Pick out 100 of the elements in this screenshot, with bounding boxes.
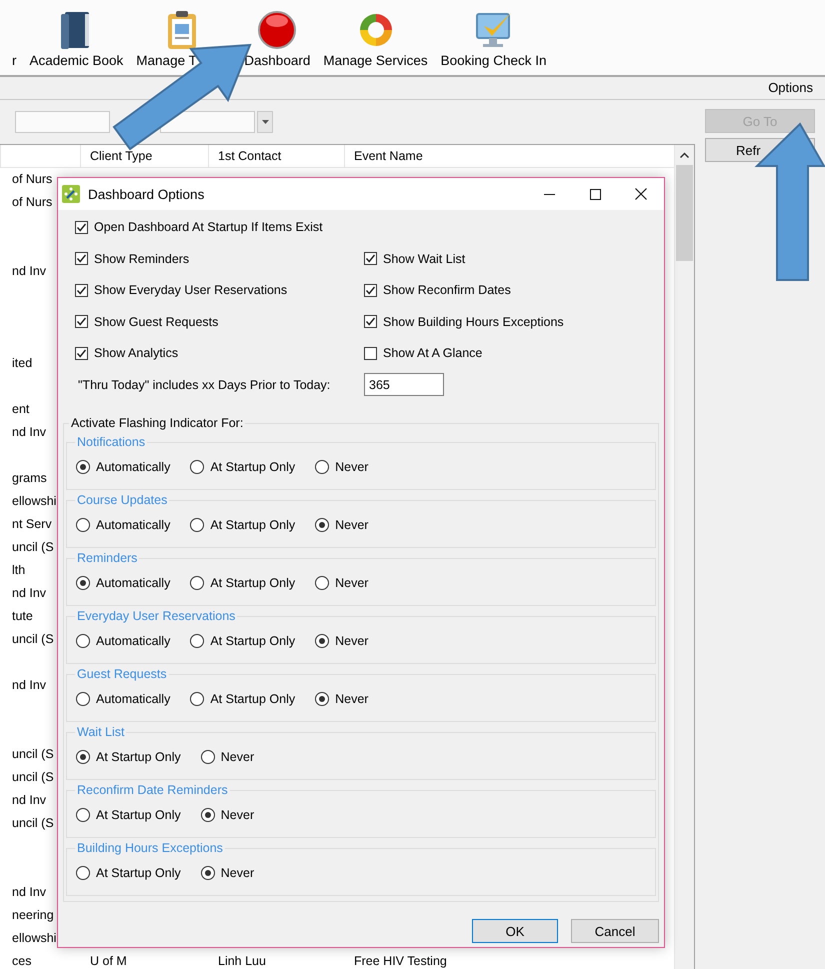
radio-button[interactable] bbox=[315, 634, 330, 648]
checkbox-label[interactable]: Show Guest Requests bbox=[94, 314, 218, 328]
group-title: Reminders bbox=[76, 551, 138, 565]
toolbar-button[interactable]: Dashboard bbox=[244, 52, 310, 70]
checkbox-label[interactable]: Show Reconfirm Dates bbox=[383, 283, 511, 297]
table-cell: uncil (S bbox=[12, 816, 54, 830]
radio-button[interactable] bbox=[190, 576, 204, 590]
radio-label[interactable]: Never bbox=[335, 692, 368, 706]
app-icon bbox=[62, 185, 80, 203]
radio-label[interactable]: At Startup Only bbox=[210, 576, 296, 590]
radio-label[interactable]: Automatically bbox=[96, 692, 170, 706]
checkbox[interactable] bbox=[75, 284, 88, 296]
radio-button[interactable] bbox=[76, 866, 90, 880]
group-title: Wait List bbox=[76, 725, 126, 739]
monitor-check-icon bbox=[474, 10, 514, 50]
table-cell: U of M bbox=[90, 954, 127, 968]
radio-button[interactable] bbox=[190, 460, 204, 474]
checkbox-label[interactable]: Show At A Glance bbox=[383, 346, 482, 360]
table-cell: nt Serv bbox=[12, 517, 52, 531]
column-header[interactable]: 1st Contact bbox=[208, 145, 344, 167]
group-title: Course Updates bbox=[76, 493, 168, 507]
radio-button[interactable] bbox=[76, 692, 90, 706]
radio-button[interactable] bbox=[315, 460, 330, 474]
radio-label[interactable]: At Startup Only bbox=[210, 518, 296, 532]
options-menu[interactable]: Options bbox=[768, 80, 813, 95]
table-cell: ces bbox=[12, 954, 32, 968]
toolbar-button[interactable]: Academic Book bbox=[30, 52, 124, 70]
table-cell: nd Inv bbox=[12, 793, 46, 807]
radio-button[interactable] bbox=[190, 692, 204, 706]
radio-button[interactable] bbox=[76, 750, 90, 764]
radio-label[interactable]: Automatically bbox=[96, 634, 170, 648]
table-cell: uncil (S bbox=[12, 747, 54, 761]
radio-button[interactable] bbox=[315, 576, 330, 590]
radio-label[interactable]: Never bbox=[220, 866, 254, 880]
radio-label[interactable]: At Startup Only bbox=[96, 866, 181, 880]
filter-field[interactable] bbox=[15, 111, 110, 133]
radio-button[interactable] bbox=[76, 518, 90, 532]
checkbox-label[interactable]: Show Wait List bbox=[383, 252, 466, 266]
toolbar-button[interactable]: Manage Services bbox=[323, 52, 428, 70]
radio-label[interactable]: At Startup Only bbox=[96, 750, 181, 764]
table-cell: nd Inv bbox=[12, 885, 46, 899]
checkbox-label[interactable]: Show Everyday User Reservations bbox=[94, 283, 288, 297]
checkbox[interactable] bbox=[364, 252, 377, 265]
radio-button[interactable] bbox=[76, 460, 90, 474]
radio-button[interactable] bbox=[315, 692, 330, 706]
table-cell: tute bbox=[12, 609, 33, 623]
dialog-button[interactable]: Cancel bbox=[571, 919, 659, 943]
table-cell: grams bbox=[12, 471, 47, 485]
radio-button[interactable] bbox=[200, 750, 215, 764]
dropdown-button[interactable] bbox=[257, 111, 273, 133]
scroll-up-icon bbox=[680, 152, 689, 158]
radio-label[interactable]: At Startup Only bbox=[210, 634, 296, 648]
radio-label[interactable]: At Startup Only bbox=[210, 692, 296, 706]
radio-label[interactable]: At Startup Only bbox=[210, 460, 296, 474]
days-input[interactable]: 365 bbox=[364, 373, 444, 396]
radio-button[interactable] bbox=[200, 866, 215, 880]
radio-button[interactable] bbox=[190, 634, 204, 648]
checkbox[interactable] bbox=[75, 252, 88, 265]
radio-label[interactable]: Never bbox=[220, 750, 254, 764]
checkbox[interactable] bbox=[364, 346, 377, 360]
table-cell: Free HIV Testing bbox=[354, 954, 447, 968]
scrollbar[interactable] bbox=[674, 145, 694, 969]
checkbox-label[interactable]: Show Building Hours Exceptions bbox=[383, 314, 564, 328]
table-cell: ellowshi bbox=[12, 931, 56, 945]
checkbox[interactable] bbox=[364, 284, 377, 296]
radio-button[interactable] bbox=[315, 518, 330, 532]
radio-label[interactable]: Never bbox=[335, 460, 368, 474]
radio-label[interactable]: Never bbox=[335, 634, 368, 648]
radio-label[interactable]: Never bbox=[220, 808, 254, 822]
checkbox-label[interactable]: Open Dashboard At Startup If Items Exist bbox=[94, 220, 323, 234]
radio-button[interactable] bbox=[76, 808, 90, 822]
radio-button[interactable] bbox=[190, 518, 204, 532]
group-title: Activate Flashing Indicator For: bbox=[70, 416, 244, 430]
checkbox[interactable] bbox=[75, 346, 88, 360]
radio-button[interactable] bbox=[76, 634, 90, 648]
radio-label[interactable]: Never bbox=[335, 518, 368, 532]
checkbox[interactable] bbox=[75, 315, 88, 328]
caret-icon bbox=[262, 120, 268, 124]
radio-button[interactable] bbox=[76, 576, 90, 590]
radio-label[interactable]: At Startup Only bbox=[96, 808, 181, 822]
radio-label[interactable]: Automatically bbox=[96, 576, 170, 590]
table-cell: neering bbox=[12, 908, 54, 922]
checkbox-label[interactable]: Show Reminders bbox=[94, 252, 190, 266]
scroll-thumb[interactable] bbox=[676, 165, 693, 261]
radio-label[interactable]: Never bbox=[335, 576, 368, 590]
table-cell: lth bbox=[12, 563, 26, 577]
table-cell: nd Inv bbox=[12, 264, 46, 278]
checkbox[interactable] bbox=[75, 220, 88, 234]
table-cell: uncil (S bbox=[12, 540, 54, 554]
toolbar-button[interactable]: Booking Check In bbox=[440, 52, 546, 70]
radio-label[interactable]: Automatically bbox=[96, 460, 170, 474]
dialog-button[interactable]: OK bbox=[472, 919, 558, 943]
toolbar-button[interactable]: Manage T bbox=[136, 52, 197, 70]
table-cell: ited bbox=[12, 356, 32, 370]
radio-button[interactable] bbox=[200, 808, 215, 822]
table-cell: ent bbox=[12, 402, 30, 416]
toolbar-button[interactable]: r bbox=[12, 52, 16, 70]
radio-label[interactable]: Automatically bbox=[96, 518, 170, 532]
checkbox-label[interactable]: Show Analytics bbox=[94, 346, 178, 360]
checkbox[interactable] bbox=[364, 315, 377, 328]
